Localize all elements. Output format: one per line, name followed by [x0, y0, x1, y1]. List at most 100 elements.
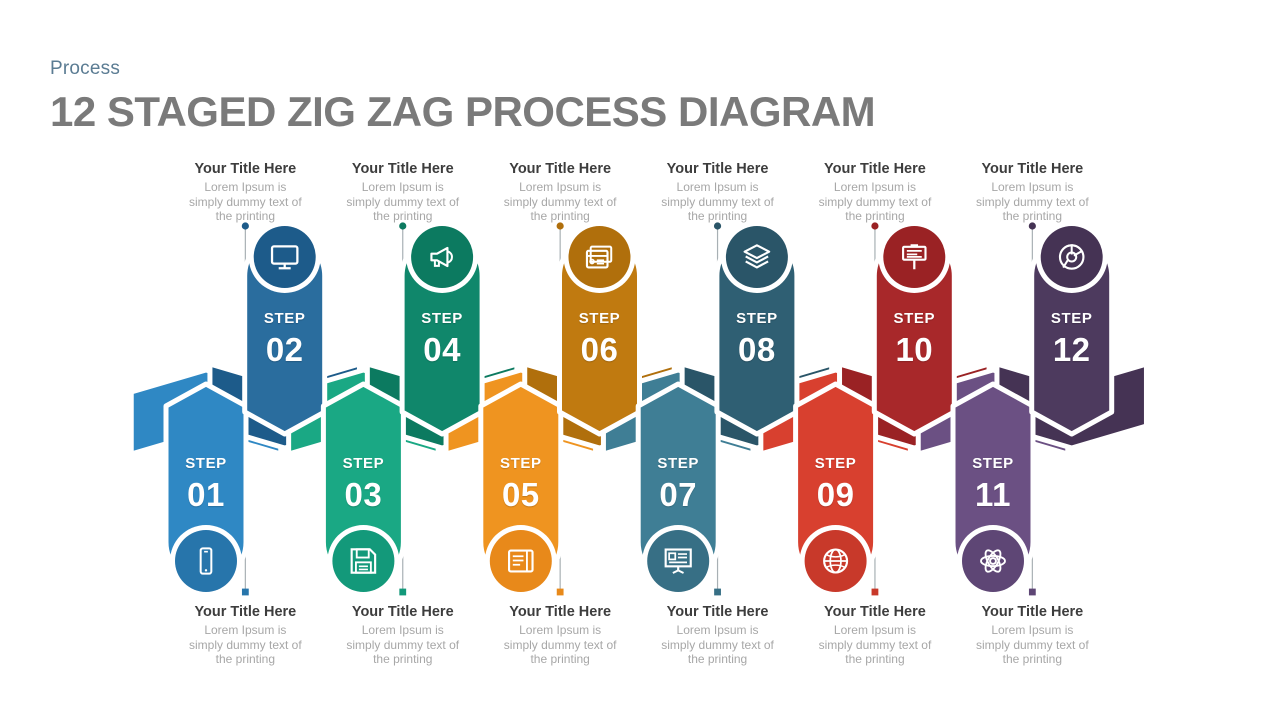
step-badge-06[interactable]: [563, 221, 636, 293]
connector-dot: [399, 588, 407, 596]
step-label-description: Lorem Ipsum is simply dummy text of the pr…: [952, 180, 1112, 224]
step-label-02: Your Title Here Lorem Ipsum is simply dumm…: [165, 160, 325, 224]
badge-disc: [1040, 226, 1103, 288]
step-badge-04[interactable]: [406, 221, 479, 293]
step-label-description-line: Lorem Ipsum is: [361, 623, 444, 637]
badge-disc: [962, 530, 1024, 592]
step-label-title: Your Title Here: [666, 604, 769, 620]
step-label-description-line: simply dummy text of: [975, 637, 1089, 652]
step-label-title: Your Title Here: [666, 161, 769, 177]
step-label-description-line: Lorem Ipsum is: [833, 180, 916, 194]
badge-disc: [411, 226, 474, 288]
step-badge-01[interactable]: [170, 525, 242, 597]
badge-disc: [647, 530, 710, 592]
connector-dot: [1028, 588, 1036, 596]
step-label-description-line: Lorem Ipsum is: [361, 180, 444, 194]
step-label-description-line: the printing: [373, 652, 433, 666]
step-label-description: Lorem Ipsum is simply dummy text of the pr…: [952, 623, 1112, 667]
step-label-06: Your Title Here Lorem Ipsum is simply dumm…: [480, 160, 640, 224]
step-badge-11[interactable]: [957, 525, 1029, 597]
step-label-description: Lorem Ipsum is simply dummy text of the pr…: [165, 180, 325, 224]
step-label-title: Your Title Here: [351, 161, 454, 177]
step-badge-05[interactable]: [484, 525, 557, 597]
step-label-05: Your Title Here Lorem Ipsum is simply dumm…: [480, 603, 640, 667]
step-label-description-line: simply dummy text of: [188, 194, 302, 209]
step-label-description-line: simply dummy text of: [503, 194, 617, 209]
badge-disc: [253, 226, 316, 288]
step-label-11: Your Title Here Lorem Ipsum is simply dumm…: [952, 603, 1112, 667]
step-badge-08[interactable]: [720, 221, 793, 293]
step-label-description-line: Lorem Ipsum is: [204, 623, 287, 637]
step-label-description: Lorem Ipsum is simply dummy text of the pr…: [165, 623, 325, 667]
slide-canvas: Process 12 STAGED ZIG ZAG PROCESS DIAGRA…: [0, 0, 1280, 720]
step-label-description-line: simply dummy text of: [188, 637, 302, 652]
step-ribbons-layer: [163, 233, 1115, 585]
step-label-12: Your Title Here Lorem Ipsum is simply dumm…: [952, 160, 1112, 224]
step-label-04: Your Title Here Lorem Ipsum is simply dumm…: [323, 160, 483, 224]
step-label-description: Lorem Ipsum is simply dummy text of the pr…: [638, 180, 798, 224]
badge-disc: [568, 226, 631, 288]
step-label-description: Lorem Ipsum is simply dummy text of the pr…: [795, 180, 955, 224]
step-label-description: Lorem Ipsum is simply dummy text of the pr…: [480, 180, 640, 224]
step-label-description-line: the printing: [1002, 209, 1063, 223]
step-label-description-line: the printing: [687, 652, 748, 666]
step-label-description-line: the printing: [1002, 652, 1063, 666]
step-label-title: Your Title Here: [194, 161, 297, 177]
step-label-description-line: simply dummy text of: [818, 194, 932, 209]
step-label-description: Lorem Ipsum is simply dummy text of the pr…: [323, 180, 483, 224]
step-label-description-line: the printing: [215, 209, 276, 223]
step-label-08: Your Title Here Lorem Ipsum is simply dumm…: [638, 160, 798, 224]
connector-dot: [556, 588, 564, 596]
step-label-title: Your Title Here: [824, 604, 926, 620]
step-label-01: Your Title Here Lorem Ipsum is simply dumm…: [165, 603, 325, 667]
connector-dot: [241, 588, 249, 596]
step-label-description-line: Lorem Ipsum is: [676, 180, 759, 194]
step-label-description-line: Lorem Ipsum is: [833, 623, 916, 637]
step-label-description-line: Lorem Ipsum is: [991, 180, 1074, 194]
step-badge-09[interactable]: [799, 525, 872, 597]
step-label-title: Your Title Here: [509, 604, 612, 620]
step-label-description-line: Lorem Ipsum is: [676, 623, 759, 637]
step-label-description: Lorem Ipsum is simply dummy text of the pr…: [795, 623, 955, 667]
step-label-description-line: simply dummy text of: [503, 637, 617, 652]
step-label-description-line: simply dummy text of: [346, 194, 460, 209]
connector-dot: [871, 588, 879, 596]
step-label-description-line: simply dummy text of: [975, 194, 1089, 209]
step-badge-07[interactable]: [642, 525, 715, 597]
step-badge-03[interactable]: [327, 525, 400, 597]
step-label-title: Your Title Here: [981, 604, 1084, 620]
step-label-description-line: the printing: [687, 209, 748, 223]
step-label-description-line: simply dummy text of: [346, 637, 460, 652]
step-label-description: Lorem Ipsum is simply dummy text of the pr…: [638, 623, 798, 667]
step-label-description-line: Lorem Ipsum is: [204, 180, 287, 194]
step-label-description-line: the printing: [845, 652, 905, 666]
step-label-title: Your Title Here: [509, 161, 612, 177]
step-badge-10[interactable]: [878, 221, 951, 293]
step-badge-12[interactable]: [1035, 221, 1108, 293]
step-label-10: Your Title Here Lorem Ipsum is simply dumm…: [795, 160, 955, 224]
step-label-title: Your Title Here: [351, 604, 454, 620]
step-label-03: Your Title Here Lorem Ipsum is simply dumm…: [323, 603, 483, 667]
step-label-description-line: the printing: [215, 652, 276, 666]
badge-disc: [175, 530, 237, 592]
step-label-description-line: simply dummy text of: [661, 194, 774, 209]
step-label-description-line: Lorem Ipsum is: [991, 623, 1074, 637]
step-label-title: Your Title Here: [194, 604, 297, 620]
step-label-description: Lorem Ipsum is simply dummy text of the pr…: [480, 623, 640, 667]
step-label-title: Your Title Here: [981, 161, 1084, 177]
step-label-title: Your Title Here: [824, 161, 926, 177]
step-label-description: Lorem Ipsum is simply dummy text of the pr…: [323, 623, 483, 667]
step-label-description-line: simply dummy text of: [818, 637, 932, 652]
step-label-description-line: the printing: [845, 209, 905, 223]
badge-disc: [332, 530, 395, 592]
step-badge-02[interactable]: [248, 221, 321, 293]
step-label-description-line: the printing: [373, 209, 433, 223]
connector-dot: [714, 588, 721, 596]
step-label-09: Your Title Here Lorem Ipsum is simply dumm…: [795, 603, 955, 667]
step-label-07: Your Title Here Lorem Ipsum is simply dumm…: [638, 603, 798, 667]
step-label-description-line: the printing: [530, 652, 590, 666]
step-label-description-line: the printing: [530, 209, 590, 223]
step-label-description-line: Lorem Ipsum is: [519, 180, 602, 194]
step-label-description-line: Lorem Ipsum is: [519, 623, 602, 637]
step-label-description-line: simply dummy text of: [661, 637, 774, 652]
